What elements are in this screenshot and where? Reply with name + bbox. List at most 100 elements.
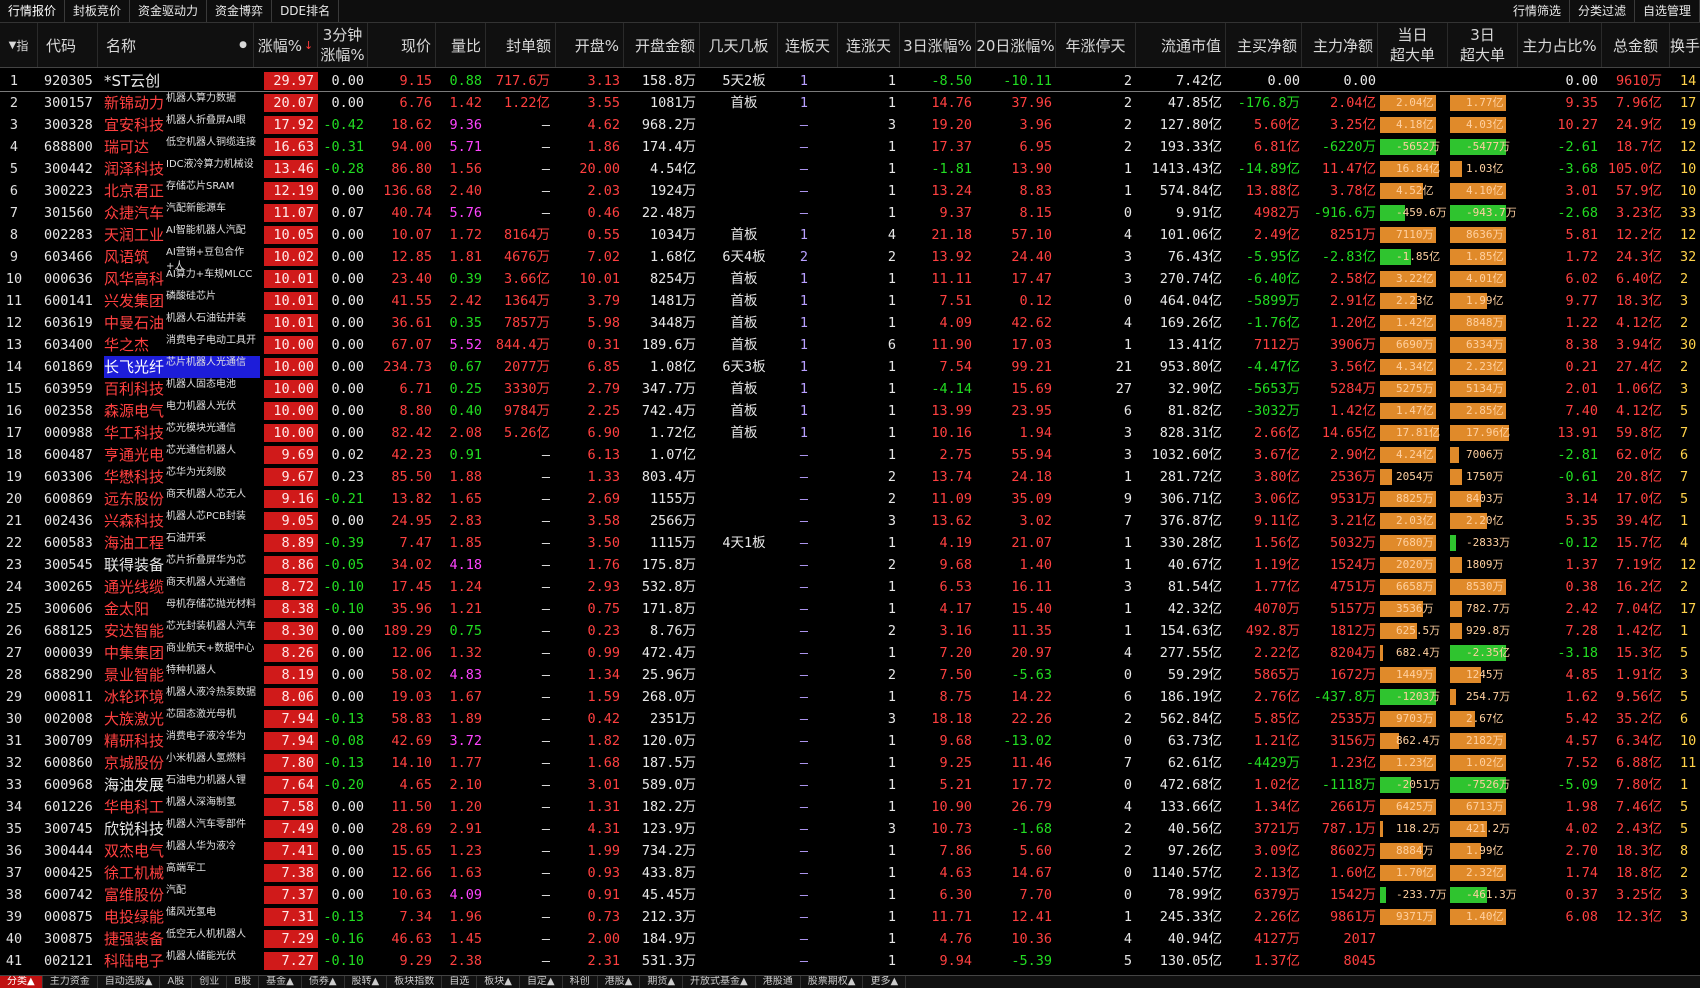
bottom-tab[interactable]: A股 — [160, 976, 193, 988]
table-row[interactable]: 39 000875 电投绿能 储风光氢电 7.31 -0.13 7.34 1.96—0.73 2… — [0, 906, 1700, 928]
top-tab[interactable]: 资金驱动力 — [130, 0, 208, 22]
column-header-vol-ratio[interactable]: 量比 — [436, 23, 486, 67]
bottom-tab[interactable]: 自选 — [442, 976, 478, 988]
bottom-tab[interactable]: 港股▲ — [598, 976, 641, 988]
top-tab[interactable]: 资金博弈 — [207, 0, 273, 22]
column-header-seal[interactable]: 封单额 — [486, 23, 556, 67]
table-row[interactable]: 17 000988 华工科技 芯光模块光通信 10.00 0.00 82.42 2.08 5.2… — [0, 422, 1700, 444]
table-row[interactable]: 21 002436 兴森科技 机器人芯PCB封装 9.05 0.00 24.95 2.83—3… — [0, 510, 1700, 532]
column-header-days-boards[interactable]: 几天几板 — [700, 23, 778, 67]
column-header-main-ratio[interactable]: 主力占比% — [1518, 23, 1602, 67]
table-row[interactable]: 13 603400 华之杰 消费电子电动工具开 10.00 0.00 67.07 5.52 84… — [0, 334, 1700, 356]
column-header-up-days[interactable]: 连涨天 — [838, 23, 900, 67]
bottom-tab[interactable]: 分类▲ — [0, 976, 43, 988]
table-row[interactable]: 35 300745 欣锐科技 机器人汽车零部件 7.49 0.00 28.69 2.91—4.… — [0, 818, 1700, 840]
column-header-20day-pct[interactable]: 20日涨幅% — [976, 23, 1056, 67]
table-row[interactable]: 22 600583 海油工程 石油开采 8.89 -0.39 7.47 1.85—3.50 11… — [0, 532, 1700, 554]
table-row[interactable]: 14 601869 长飞光纤 芯片机器人光通信 10.00 0.00 234.73 0.67 2… — [0, 356, 1700, 378]
table-row[interactable]: 36 300444 双杰电气 机器人华为液冷 7.41 0.00 15.65 1.23—1.9… — [0, 840, 1700, 862]
row-index: 30 — [5, 711, 23, 727]
main-net: 1542万 — [1329, 887, 1376, 903]
column-header-main-net[interactable]: 主力净额 — [1302, 23, 1378, 67]
table-row[interactable]: 29 000811 冰轮环境 机器人液冷热泵数据 8.06 0.00 19.03 1.67—1… — [0, 686, 1700, 708]
bottom-tab[interactable]: 科创 — [563, 976, 598, 988]
column-header-3min[interactable]: 3分钟 涨幅% — [318, 23, 368, 67]
column-header-price[interactable]: 现价 — [368, 23, 436, 67]
table-row[interactable]: 23 300545 联得装备 芯片折叠屏华为芯 8.86 -0.05 34.02 4.18—1… — [0, 554, 1700, 576]
column-header-code[interactable]: 代码 — [38, 23, 98, 67]
top-tab[interactable]: DDE排名 — [272, 0, 340, 22]
bottom-tab[interactable]: 板块▲ — [477, 976, 520, 988]
top-right-tab[interactable]: 自选管理 — [1635, 0, 1700, 22]
main-ratio: 7.28 — [1565, 623, 1598, 639]
table-row[interactable]: 10 000636 风华高科 AI算力+车规MLCC 10.01 0.00 23.40 0.3… — [0, 268, 1700, 290]
bottom-tab[interactable]: 自动选股▲ — [98, 976, 161, 988]
bottom-tab[interactable]: 股票期权▲ — [801, 976, 864, 988]
table-row[interactable]: 25 300606 金太阳 母机存储芯抛光材料 8.38 -0.10 35.96 1.21—0… — [0, 598, 1700, 620]
seal-amount: — — [541, 777, 550, 793]
top-right-tab[interactable]: 行情筛选 — [1505, 0, 1570, 22]
table-row[interactable]: 27 000039 中集集团 商业航天+数据中心 8.26 0.00 12.06 1.32—0… — [0, 642, 1700, 664]
table-row[interactable]: 1 920305 *ST云创 29.97 0.00 9.15 0.88 717.6万 3.13 1… — [0, 70, 1700, 92]
top-tab[interactable]: 行情报价 — [0, 0, 66, 22]
column-header-total[interactable]: 总金额 — [1602, 23, 1670, 67]
bottom-tab[interactable]: B股 — [227, 976, 260, 988]
column-header-open-amount[interactable]: 开盘金额 — [624, 23, 700, 67]
table-row[interactable]: 11 600141 兴发集团 磷酸硅芯片 10.01 0.00 41.55 2.42 1364万… — [0, 290, 1700, 312]
table-row[interactable]: 15 603959 百利科技 机器人固态电池 10.00 0.00 6.71 0.25 3330… — [0, 378, 1700, 400]
table-row[interactable]: 9 603466 风语筑 AI营销+豆包合作+人 10.02 0.00 12.85 1.81 4… — [0, 246, 1700, 272]
bottom-tab[interactable]: 基金▲ — [259, 976, 302, 988]
bottom-tab[interactable]: 主力资金 — [43, 976, 98, 988]
table-row[interactable]: 37 000425 徐工机械 高端军工 7.38 0.00 12.66 1.63—0.93 43… — [0, 862, 1700, 884]
table-row[interactable]: 26 688125 安达智能 芯光封装机器人汽车 8.30 0.00 189.29 0.75—… — [0, 620, 1700, 642]
table-row[interactable]: 5 300442 润泽科技 IDC液冷算力机械设 13.46 -0.28 86.80 1.56… — [0, 158, 1700, 180]
column-header-3day-pct[interactable]: 3日涨幅% — [900, 23, 976, 67]
bottom-tab[interactable]: 创业 — [192, 976, 228, 988]
bottom-tab[interactable]: 港股通 — [756, 976, 801, 988]
table-row[interactable]: 28 688290 景业智能 特种机器人 8.19 0.00 58.02 4.83—1.34 2… — [0, 664, 1700, 686]
table-row[interactable]: 8 002283 天润工业 AI智能机器人汽配 10.05 0.00 10.07 1.72 81… — [0, 224, 1700, 246]
table-row[interactable]: 19 603306 华懋科技 芯华为光刻胶 9.67 0.23 85.50 1.88—1.33… — [0, 466, 1700, 488]
table-row[interactable]: 30 002008 大族激光 芯固态激光母机 7.94 -0.13 58.83 1.89—0.… — [0, 708, 1700, 730]
table-row[interactable]: 3 300328 宜安科技 机器人折叠屏AI眼 17.92 -0.42 18.62 9.36—… — [0, 114, 1700, 136]
float-market-cap: 76.43亿 — [1167, 249, 1222, 265]
table-row[interactable]: 20 600869 远东股份 商天机器人芯无人 9.16 -0.21 13.82 1.65—2… — [0, 488, 1700, 510]
days-boards: 首板 — [730, 271, 758, 287]
table-row[interactable]: 24 300265 通光线缆 商天机器人光通信 8.72 -0.10 17.45 1.24—2… — [0, 576, 1700, 598]
bottom-tab[interactable]: 自定▲ — [520, 976, 563, 988]
column-header-index[interactable]: ▼ 指 — [0, 23, 38, 67]
table-row[interactable]: 2 300157 新锦动力 机器人算力数据 20.07 0.00 6.76 1.42 1.22亿… — [0, 92, 1700, 114]
top-right-tab[interactable]: 分类过滤 — [1570, 0, 1635, 22]
top-tab[interactable]: 封板竞价 — [65, 0, 131, 22]
bottom-tab[interactable]: 板块指数 — [387, 976, 443, 988]
table-row[interactable]: 40 300875 捷强装备 低空无人机机器人 7.29 -0.16 46.63 1.45—2… — [0, 928, 1700, 950]
table-row[interactable]: 38 600742 富维股份 汽配 7.37 0.00 10.63 4.09—0.91 45.4… — [0, 884, 1700, 906]
table-row[interactable]: 16 002358 森源电气 电力机器人光伏 10.00 0.00 8.80 0.40 9784… — [0, 400, 1700, 422]
table-row[interactable]: 34 601226 华电科工 机器人深海制氢 7.58 0.00 11.50 1.20—1.3… — [0, 796, 1700, 818]
column-header-limit-days[interactable]: 连板天 — [778, 23, 838, 67]
table-row[interactable]: 18 600487 亨通光电 芯光通信机器人 9.69 0.02 42.23 0.91—6.1… — [0, 444, 1700, 466]
bottom-tab[interactable]: 期货▲ — [640, 976, 684, 988]
bottom-tab[interactable]: 开放式基金▲ — [683, 976, 756, 988]
table-row[interactable]: 12 603619 中曼石油 机器人石油钻井装 10.01 0.00 36.61 0.35 78… — [0, 312, 1700, 334]
table-row[interactable]: 6 300223 北京君正 存储芯片SRAM 12.19 0.00 136.68 2.40—2… — [0, 180, 1700, 202]
table-row[interactable]: 32 600860 京城股份 小米机器人氢燃料 7.80 -0.13 14.10 1.77—1… — [0, 752, 1700, 774]
table-row[interactable]: 7 301560 众捷汽车 汽配新能源车 11.07 0.07 40.74 5.76—0.46… — [0, 202, 1700, 224]
table-row[interactable]: 4 688800 瑞可达 低空机器人铜缆连接 16.63 -0.31 94.00 5.71—1… — [0, 136, 1700, 158]
column-header-turnover[interactable]: 换手 — [1670, 23, 1700, 67]
column-header-3day-super[interactable]: 3日 超大单 — [1448, 23, 1518, 67]
column-header-name[interactable]: 名称 ● — [98, 23, 254, 67]
column-header-year-limit[interactable]: 年涨停天 — [1056, 23, 1136, 67]
column-header-float-cap[interactable]: 流通市值 — [1136, 23, 1226, 67]
bottom-tab[interactable]: 更多▲ — [863, 976, 907, 988]
bottom-tab[interactable]: 债券▲ — [302, 976, 345, 988]
bottom-tab[interactable]: 股转▲ — [345, 976, 388, 988]
table-row[interactable]: 41 002121 科陆电子 机器人储能光伏 7.27 -0.10 9.29 2.38—2.3… — [0, 950, 1700, 972]
stock-name[interactable]: *ST云创 — [104, 70, 260, 92]
column-header-pct[interactable]: 涨幅% ↓ — [254, 23, 318, 67]
column-header-main-buy[interactable]: 主买净额 — [1226, 23, 1302, 67]
table-row[interactable]: 33 600968 海油发展 石油电力机器人锂 7.64 -0.20 4.65 2.10—3.… — [0, 774, 1700, 796]
column-header-today-super[interactable]: 当日 超大单 — [1378, 23, 1448, 67]
table-row[interactable]: 31 300709 精研科技 消费电子液冷华为 7.94 -0.08 42.69 3.72—1… — [0, 730, 1700, 752]
column-header-open-pct[interactable]: 开盘% — [556, 23, 624, 67]
